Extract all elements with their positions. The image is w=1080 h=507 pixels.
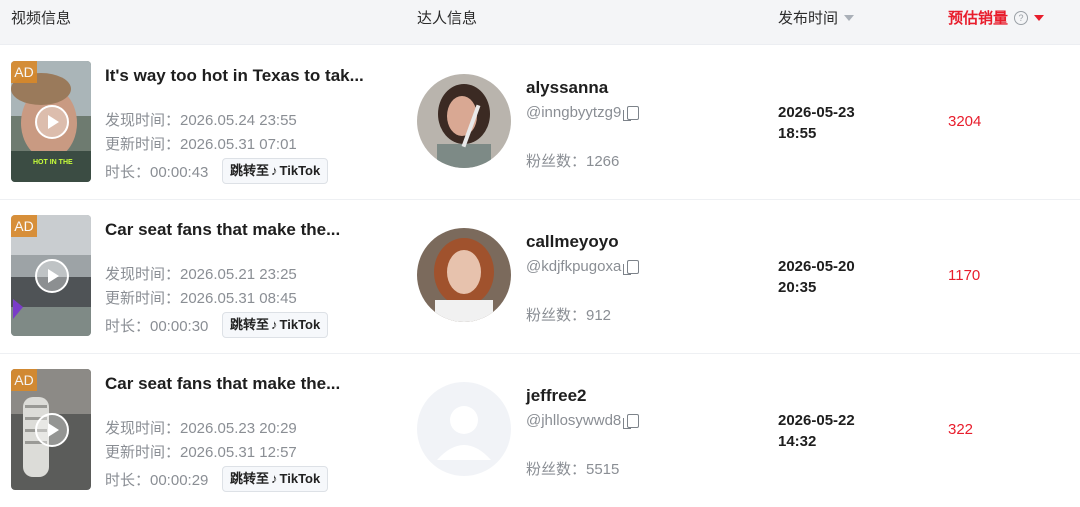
publish-time: 2026-05-20 20:35 (778, 256, 855, 298)
avatar[interactable] (417, 228, 511, 322)
fans-count: 粉丝数：912 (526, 307, 612, 324)
fans-count: 粉丝数：1266 (526, 153, 620, 170)
found-time: 发现时间：2026.05.24 23:55 (105, 112, 297, 129)
publish-clock: 14:32 (778, 433, 817, 450)
column-publish-time[interactable]: 发布时间 (778, 7, 855, 28)
duration: 时长：00:00:30 (105, 318, 209, 335)
tiktok-brand: TikTok (279, 317, 321, 332)
video-title[interactable]: Car seat fans that make the... (105, 220, 340, 240)
update-time: 更新时间：2026.05.31 07:01 (105, 136, 297, 153)
duration: 时长：00:00:43 (105, 164, 209, 181)
copy-icon[interactable] (623, 413, 640, 429)
tiktok-brand: TikTok (279, 163, 321, 178)
table-row: AD HOT IN THE It's way too hot in Texas … (0, 45, 1080, 200)
update-time: 更新时间：2026.05.31 08:45 (105, 290, 297, 307)
column-est-sales[interactable]: 预估销量 ? (948, 7, 1045, 28)
open-tiktok-button[interactable]: 跳转至 ♪ TikTok (222, 158, 329, 184)
creator-handle: @jhllosywwd8 (526, 412, 640, 429)
video-title[interactable]: Car seat fans that make the... (105, 374, 340, 394)
video-thumbnail[interactable]: AD HOT IN THE (11, 61, 91, 182)
default-avatar-icon[interactable] (417, 382, 511, 476)
creator-name[interactable]: alyssanna (526, 78, 608, 98)
copy-icon[interactable] (623, 105, 640, 121)
publish-clock: 20:35 (778, 279, 817, 296)
tiktok-icon: ♪ (271, 317, 278, 332)
open-tiktok-button[interactable]: 跳转至 ♪ TikTok (222, 312, 329, 338)
play-icon[interactable] (35, 105, 69, 139)
publish-time: 2026-05-23 18:55 (778, 102, 855, 144)
found-time: 发现时间：2026.05.23 20:29 (105, 420, 297, 437)
tiktok-icon: ♪ (271, 471, 278, 486)
avatar[interactable] (417, 74, 511, 168)
open-tiktok-button[interactable]: 跳转至 ♪ TikTok (222, 466, 329, 492)
open-tiktok-label: 跳转至 (230, 317, 270, 332)
video-thumbnail[interactable]: AD (11, 215, 91, 336)
column-video-info: 视频信息 (11, 7, 71, 28)
creator-handle-text: @kdjfkpugoxa (526, 258, 622, 275)
thumbnail-caption: HOT IN THE (33, 159, 73, 166)
tiktok-icon: ♪ (271, 163, 278, 178)
creator-handle-text: @inngbyytzg9 (526, 104, 622, 121)
update-time: 更新时间：2026.05.31 12:57 (105, 444, 297, 461)
creator-handle-text: @jhllosywwd8 (526, 412, 622, 429)
creator-handle: @kdjfkpugoxa (526, 258, 640, 275)
video-title[interactable]: It's way too hot in Texas to tak... (105, 66, 364, 86)
estimated-sales: 1170 (948, 267, 981, 284)
column-publish-time-label: 发布时间 (778, 10, 839, 27)
publish-clock: 18:55 (778, 125, 817, 142)
table-row: AD Car seat fans that make the... 发现时间：2… (0, 353, 1080, 507)
column-creator-info-label: 达人信息 (417, 10, 478, 27)
open-tiktok-label: 跳转至 (230, 163, 270, 178)
ad-badge: AD (11, 369, 37, 391)
sort-down-active-icon[interactable] (1034, 14, 1045, 21)
table-header: 视频信息 达人信息 发布时间 预估销量 ? (0, 0, 1080, 45)
publish-date: 2026-05-20 (778, 258, 855, 275)
creator-handle: @inngbyytzg9 (526, 104, 640, 121)
table-row: AD Car seat fans that make the... 发现时间：2… (0, 199, 1080, 354)
column-est-sales-label: 预估销量 (948, 10, 1009, 27)
duration: 时长：00:00:29 (105, 472, 209, 489)
publish-time: 2026-05-22 14:32 (778, 410, 855, 452)
sort-down-icon[interactable] (844, 14, 855, 21)
publish-date: 2026-05-23 (778, 104, 855, 121)
video-thumbnail[interactable]: AD (11, 369, 91, 490)
estimated-sales: 322 (948, 421, 974, 438)
open-tiktok-label: 跳转至 (230, 471, 270, 486)
found-time: 发现时间：2026.05.21 23:25 (105, 266, 297, 283)
column-video-info-label: 视频信息 (11, 10, 72, 27)
copy-icon[interactable] (623, 259, 640, 275)
help-icon[interactable]: ? (1014, 10, 1029, 25)
creator-name[interactable]: jeffree2 (526, 386, 586, 406)
play-icon[interactable] (35, 259, 69, 293)
tiktok-brand: TikTok (279, 471, 321, 486)
estimated-sales: 3204 (948, 113, 982, 130)
ad-badge: AD (11, 215, 37, 237)
creator-name[interactable]: callmeyoyo (526, 232, 619, 252)
play-icon[interactable] (35, 413, 69, 447)
publish-date: 2026-05-22 (778, 412, 855, 429)
ad-badge: AD (11, 61, 37, 83)
fans-count: 粉丝数：5515 (526, 461, 620, 478)
column-creator-info: 达人信息 (417, 7, 477, 28)
